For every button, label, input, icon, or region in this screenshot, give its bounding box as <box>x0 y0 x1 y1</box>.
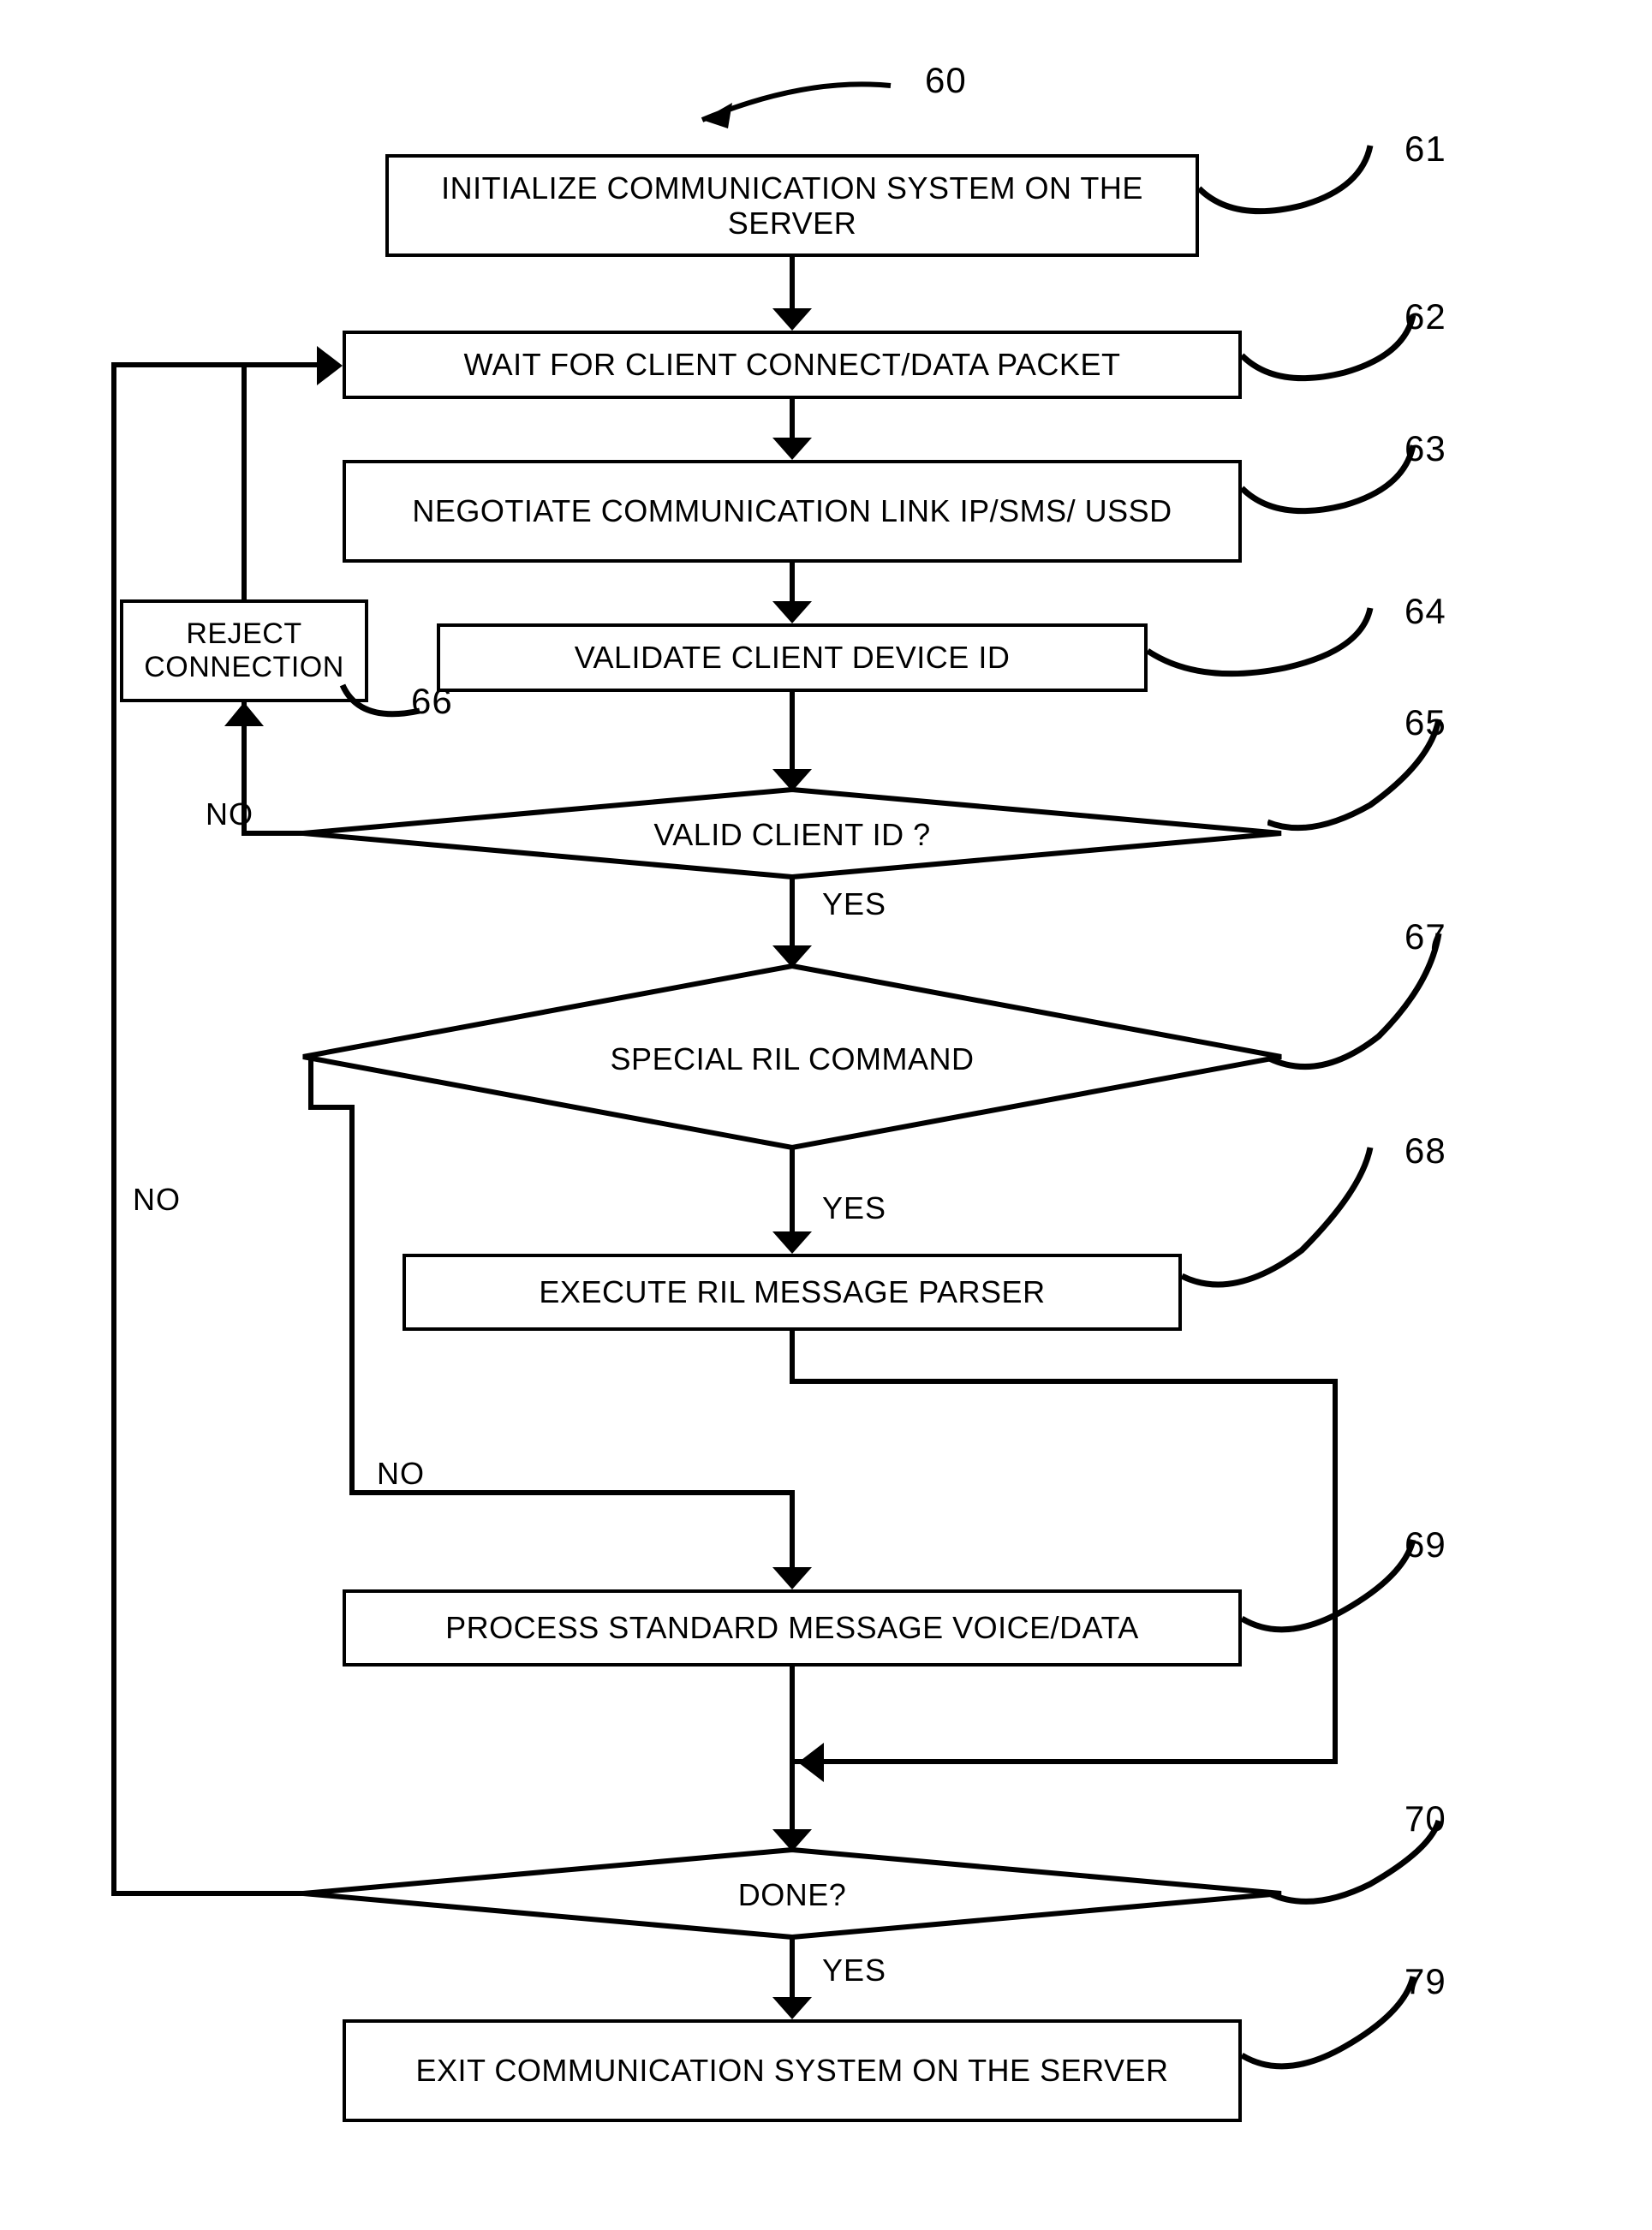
decision-valid-text: VALID CLIENT ID ? <box>300 817 1285 853</box>
edge <box>790 1331 795 1382</box>
edge <box>349 1490 795 1495</box>
edge <box>790 1490 795 1576</box>
edge <box>111 362 325 367</box>
step-execute-text: EXECUTE RIL MESSAGE PARSER <box>539 1274 1045 1309</box>
decision-ril-text: SPECIAL RIL COMMAND <box>300 1041 1285 1077</box>
decision-done: DONE? <box>300 1846 1285 1941</box>
edge <box>111 1891 303 1896</box>
edge <box>790 1667 795 1838</box>
decision-done-text: DONE? <box>300 1877 1285 1913</box>
ref-63: 63 <box>1404 428 1446 469</box>
edge <box>790 563 795 610</box>
ref-67: 67 <box>1404 916 1446 957</box>
step-validate: VALIDATE CLIENT DEVICE ID <box>437 623 1148 692</box>
step-negotiate: NEGOTIATE COMMUNICATION LINK IP/SMS/ USS… <box>343 460 1242 563</box>
step-exit: EXIT COMMUNICATION SYSTEM ON THE SERVER <box>343 2019 1242 2122</box>
step-negotiate-text: NEGOTIATE COMMUNICATION LINK IP/SMS/ USS… <box>412 493 1172 528</box>
label-no-1: NO <box>206 796 253 832</box>
ref-swoosh-65 <box>1267 711 1490 848</box>
flowchart-stage: 60 INITIALIZE COMMUNICATION SYSTEM ON TH… <box>0 0 1652 2230</box>
edge <box>790 877 795 954</box>
step-reject-text: REJECT CONNECTION <box>132 617 356 684</box>
edge <box>308 1105 355 1110</box>
edge <box>795 1759 1338 1764</box>
edge <box>111 362 116 1896</box>
ref-swoosh-61 <box>1199 137 1422 231</box>
edge <box>242 365 247 603</box>
edge <box>308 1054 313 1110</box>
decision-valid-client: VALID CLIENT ID ? <box>300 786 1285 880</box>
label-yes-2: YES <box>822 1190 886 1226</box>
edge <box>790 1937 795 2006</box>
ref-69: 69 <box>1404 1524 1446 1565</box>
edge <box>790 1146 795 1240</box>
step-exit-text: EXIT COMMUNICATION SYSTEM ON THE SERVER <box>416 2053 1169 2088</box>
figure-ref-arrow <box>651 69 908 146</box>
ref-65: 65 <box>1404 702 1446 743</box>
ref-61: 61 <box>1404 128 1446 170</box>
ref-68: 68 <box>1404 1130 1446 1172</box>
edge <box>1333 1379 1338 1764</box>
ref-swoosh-68 <box>1182 1139 1422 1293</box>
step-reject: REJECT CONNECTION <box>120 599 368 702</box>
figure-ref-number: 60 <box>925 60 967 101</box>
ref-swoosh-64 <box>1148 599 1422 694</box>
edge <box>349 1105 355 1490</box>
ref-66: 66 <box>411 681 453 722</box>
edge <box>790 692 795 778</box>
decision-special-ril: SPECIAL RIL COMMAND <box>300 963 1285 1151</box>
label-no-3: NO <box>133 1182 181 1218</box>
ref-swoosh-70 <box>1267 1816 1490 1918</box>
edge <box>790 257 795 317</box>
ref-64: 64 <box>1404 591 1446 632</box>
step-execute-ril: EXECUTE RIL MESSAGE PARSER <box>403 1254 1182 1331</box>
step-wait-text: WAIT FOR CLIENT CONNECT/DATA PACKET <box>464 347 1121 382</box>
ref-swoosh-67 <box>1267 925 1490 1088</box>
step-process-text: PROCESS STANDARD MESSAGE VOICE/DATA <box>445 1610 1139 1645</box>
step-wait: WAIT FOR CLIENT CONNECT/DATA PACKET <box>343 331 1242 399</box>
edge <box>790 1379 1338 1384</box>
step-process-standard: PROCESS STANDARD MESSAGE VOICE/DATA <box>343 1589 1242 1667</box>
label-no-2: NO <box>377 1456 425 1492</box>
step-initialize: INITIALIZE COMMUNICATION SYSTEM ON THE S… <box>385 154 1199 257</box>
ref-62: 62 <box>1404 296 1446 337</box>
step-initialize-text: INITIALIZE COMMUNICATION SYSTEM ON THE S… <box>397 170 1187 241</box>
ref-70: 70 <box>1404 1798 1446 1839</box>
label-yes-1: YES <box>822 886 886 922</box>
ref-79: 79 <box>1404 1961 1446 2002</box>
edge <box>790 399 795 446</box>
label-yes-3: YES <box>822 1953 886 1989</box>
step-validate-text: VALIDATE CLIENT DEVICE ID <box>575 640 1011 675</box>
